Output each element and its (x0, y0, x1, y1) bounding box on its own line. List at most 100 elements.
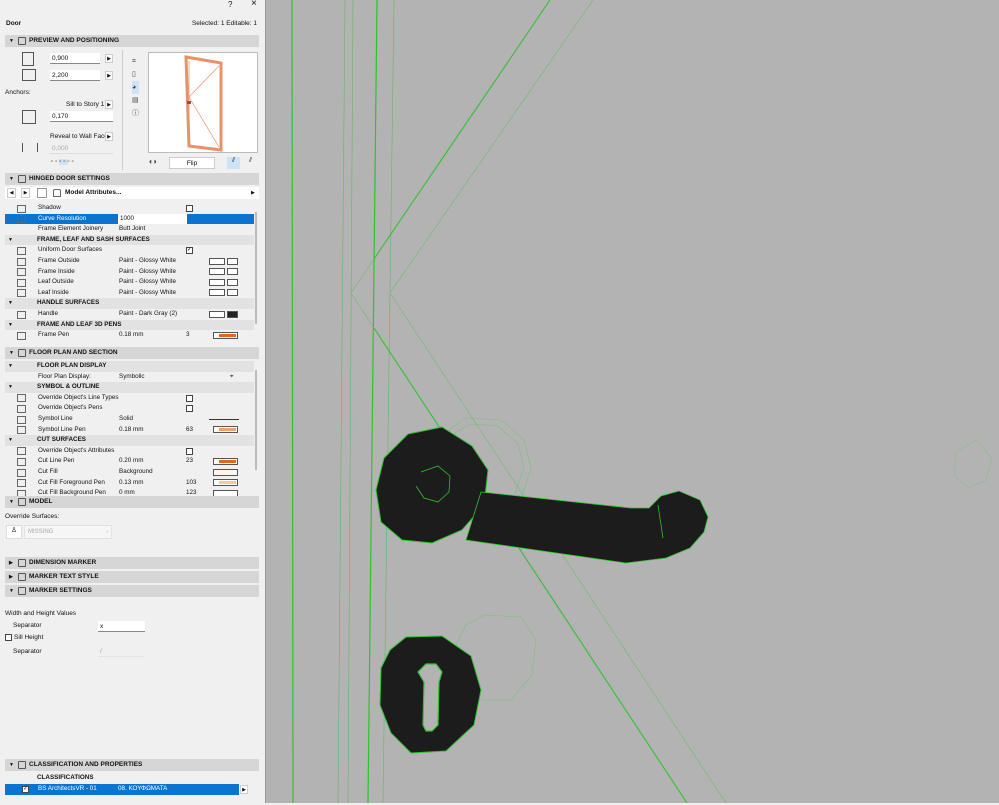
collapse-arrow-icon[interactable]: ▼ (8, 382, 13, 393)
width-arrow-button[interactable]: ▶ (105, 54, 113, 63)
setting-row[interactable]: Frame Pen 0.18 mm 3 (5, 330, 254, 341)
setting-row[interactable]: Symbol Line Pen 0.18 mm 63 (5, 425, 254, 436)
setting-row[interactable]: Uniform Door Surfaces ✓ (5, 245, 254, 256)
section-hinged-door-settings[interactable]: ▼ HINGED DOOR SETTINGS (5, 173, 259, 185)
setting-checkbox[interactable] (186, 205, 193, 212)
sill-anchor-dropdown[interactable]: Sill to Story 1 (66, 101, 104, 108)
surface-swatch[interactable] (227, 257, 238, 265)
group-header[interactable]: ▼ SYMBOL & OUTLINE (5, 382, 254, 393)
3d-view-icon[interactable]: ◕ (132, 81, 139, 94)
section-classification-properties[interactable]: ▼ CLASSIFICATION AND PROPERTIES (5, 759, 259, 771)
setting-checkbox[interactable] (186, 405, 193, 413)
pen-color-swatch[interactable] (213, 457, 238, 465)
setting-checkbox[interactable]: ✓ (186, 247, 193, 255)
flip-button[interactable]: Flip (169, 157, 215, 169)
separator-input[interactable]: x (98, 621, 145, 632)
info-icon[interactable]: ⓘ (132, 107, 139, 120)
setting-row[interactable]: Frame Inside Paint - Glossy White (5, 267, 254, 278)
next-page-button[interactable]: ▶ (21, 188, 30, 198)
pen-color-swatch[interactable] (213, 479, 238, 487)
3d-viewport[interactable] (266, 0, 999, 804)
surface-swatch[interactable] (227, 310, 238, 318)
scrollbar[interactable] (255, 212, 257, 324)
sill-input[interactable]: 0,170 (50, 111, 113, 122)
elevation-view-icon[interactable]: ▯ (132, 68, 139, 81)
page-dropdown[interactable]: Model Attributes... (65, 187, 121, 199)
reveal-input[interactable]: 0,000 (50, 143, 113, 154)
width-input[interactable]: 0,900 (50, 53, 100, 64)
collapse-arrow-icon[interactable]: ▼ (8, 435, 13, 446)
sill-height-checkbox[interactable] (5, 634, 12, 641)
setting-row[interactable]: Override Object's Pens (5, 403, 254, 414)
setting-row[interactable]: Cut Line Pen 0.20 mm 23 (5, 456, 254, 467)
setting-row[interactable]: Cut Fill Background (5, 467, 254, 478)
section-floor-plan-and-section[interactable]: ▼ FLOOR PLAN AND SECTION (5, 347, 259, 359)
setting-checkbox[interactable] (186, 447, 193, 455)
paint-bucket-icon[interactable]: ♙ (6, 525, 22, 539)
surface-swatch[interactable] (227, 268, 238, 276)
classification-row[interactable]: ✓ BS ArchitectsVR - 01 08. ΚΟΥΦΩΜΑΤΑ (5, 784, 239, 795)
surface-swatch[interactable] (227, 289, 238, 297)
3d-door-handle-view[interactable] (266, 0, 999, 804)
setting-row[interactable]: Override Object's Attributes (5, 446, 254, 457)
reveal-anchor-arrow[interactable]: ▶ (105, 132, 113, 141)
collapse-arrow-icon[interactable]: ▼ (8, 320, 13, 331)
override-surfaces-dropdown[interactable]: MISSING › (24, 525, 112, 539)
sill-separator-input[interactable]: / (98, 646, 145, 657)
surface-swatch[interactable] (227, 278, 238, 286)
scrollbar[interactable] (255, 370, 257, 470)
section-model[interactable]: ▼ MODEL (5, 496, 259, 508)
surface-swatch[interactable] (209, 289, 225, 297)
plan-view-icon[interactable]: ⌗ (132, 55, 139, 68)
page-dropdown-arrow[interactable]: ▶ (251, 187, 255, 199)
surface-swatch[interactable] (209, 310, 225, 318)
group-header[interactable]: ▼ FRAME AND LEAF 3D PENS (5, 319, 254, 331)
mirror-left-button[interactable]: ⫽ (227, 157, 240, 169)
section-preview-positioning[interactable]: ▼ PREVIEW AND POSITIONING (5, 35, 259, 47)
collapse-arrow-icon[interactable]: ▼ (8, 298, 13, 309)
gdl-edit-icon[interactable] (37, 188, 47, 198)
classification-checkbox[interactable]: ✓ (22, 785, 29, 793)
prev-page-button[interactable]: ◀ (7, 188, 16, 198)
help-button[interactable]: ? (228, 0, 232, 9)
group-header[interactable]: ▼ FRAME, LEAF AND SASH SURFACES (5, 234, 254, 246)
setting-row[interactable]: Frame Element Joinery Butt Joint (5, 224, 254, 235)
setting-row[interactable]: Leaf Inside Paint - Glossy White (5, 288, 254, 299)
setting-row[interactable]: Cut Fill Foreground Pen 0.13 mm 103 (5, 478, 254, 489)
section-view-icon[interactable]: ▤ (132, 94, 139, 107)
collapse-arrow-icon[interactable]: ▼ (8, 361, 13, 372)
setting-row[interactable]: Handle Paint - Dark Gray (2) (5, 309, 254, 320)
setting-value-input[interactable]: 1000 (118, 214, 187, 224)
surface-swatch[interactable] (209, 257, 225, 265)
classification-arrow[interactable]: ▶ (240, 785, 248, 794)
sill-anchor-arrow[interactable]: ▶ (105, 100, 113, 109)
setting-row[interactable]: Symbol Line Solid (5, 414, 254, 425)
pen-color-swatch[interactable] (213, 426, 238, 434)
section-dimension-marker[interactable]: ▶ DIMENSION MARKER (5, 557, 259, 569)
height-input[interactable]: 2,200 (50, 70, 100, 81)
height-arrow-button[interactable]: ▶ (105, 71, 113, 80)
pen-color-swatch[interactable] (213, 331, 238, 339)
close-button[interactable]: × (251, 0, 257, 9)
group-header[interactable]: ▼ FLOOR PLAN DISPLAY (5, 361, 254, 372)
setting-row[interactable]: Override Object's Line Types (5, 393, 254, 404)
setting-row[interactable]: Curve Resolution 1000 (5, 213, 254, 225)
setting-checkbox[interactable] (186, 394, 193, 402)
mirror-right-button[interactable]: ⫽ (244, 157, 257, 169)
collapse-arrow-icon[interactable]: ▼ (8, 235, 13, 246)
section-marker-settings[interactable]: ▼ MARKER SETTINGS (5, 585, 259, 597)
setting-row[interactable]: Leaf Outside Paint - Glossy White (5, 277, 254, 288)
preview-view-buttons[interactable]: ⌗ ▯ ◕ ▤ ⓘ (132, 55, 139, 120)
group-header[interactable]: ▼ HANDLE SURFACES (5, 298, 254, 309)
setting-row[interactable]: Shadow (5, 203, 254, 214)
surface-swatch[interactable] (209, 268, 225, 276)
setting-row[interactable]: Floor Plan Display: Symbolic ⌖ (5, 372, 254, 383)
anchor-point-buttons[interactable]: ▫▫▫▫▫▫ (51, 159, 76, 165)
setting-row[interactable]: Frame Outside Paint - Glossy White (5, 256, 254, 267)
symbol-icon[interactable]: ⌖ (230, 372, 233, 383)
section-marker-text-style[interactable]: ▶ MARKER TEXT STYLE (5, 571, 259, 583)
group-header[interactable]: ▼ CUT SURFACES (5, 435, 254, 446)
reveal-anchor-dropdown[interactable]: Reveal to Wall Face (50, 133, 108, 140)
surface-swatch[interactable] (209, 278, 225, 286)
fill-swatch[interactable] (213, 468, 238, 476)
